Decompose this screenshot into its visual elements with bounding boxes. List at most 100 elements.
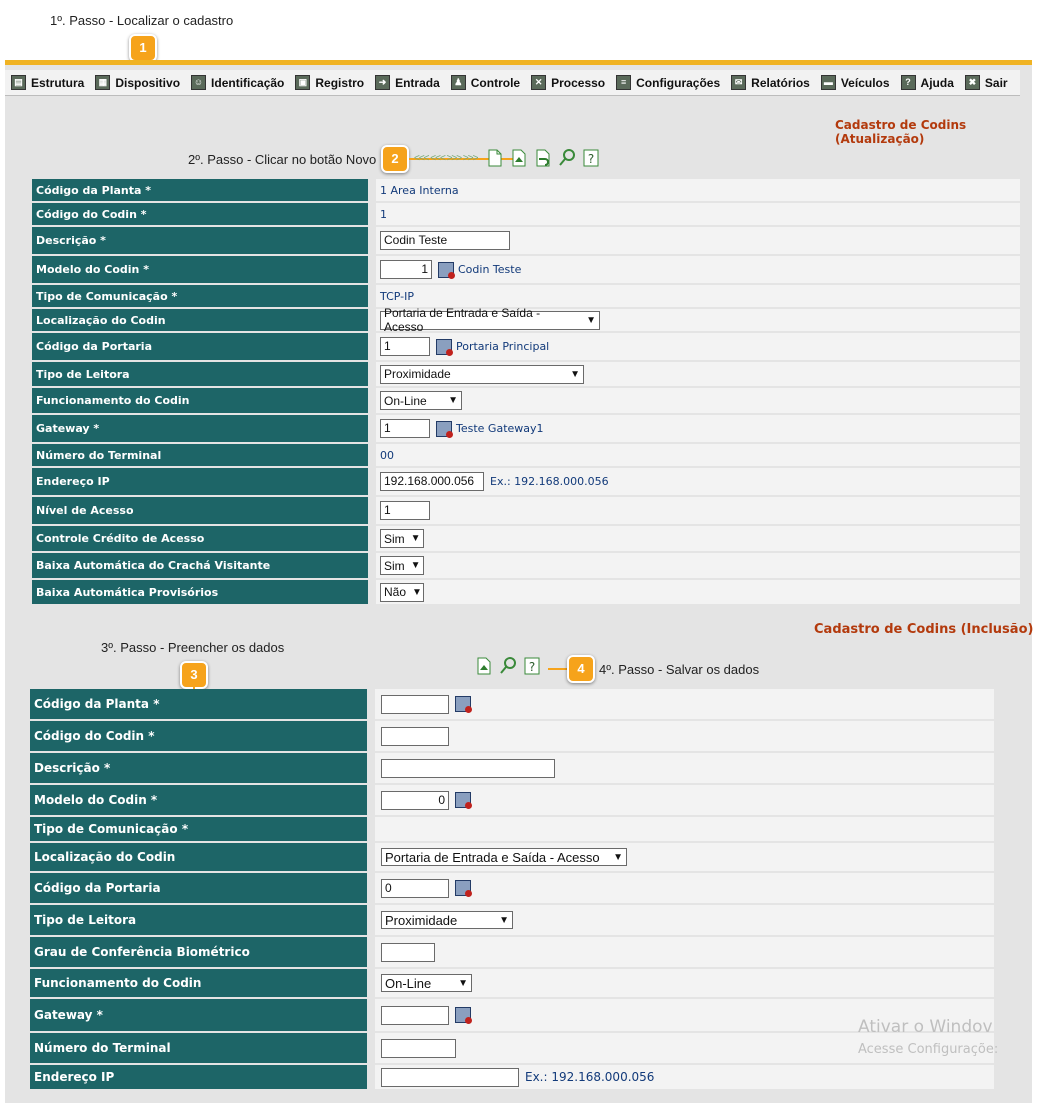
codigo-planta-lookup-icon[interactable] [455,696,472,713]
leitora-cell: Proximidade ▼ [376,362,1020,386]
grau-input[interactable] [381,942,435,962]
ip-input[interactable] [381,1067,519,1087]
ip-input[interactable]: 192.168.000.056 [380,472,484,491]
modelo-lookup-icon[interactable] [438,261,455,279]
menu-veiculos[interactable]: ▬ Veículos [820,75,890,90]
menu-dispositivo[interactable]: ▦ Dispositivo [95,75,180,90]
leitora-cell: Proximidade ▼ [375,905,994,935]
new-record-icon[interactable] [485,148,505,168]
field-label: Número do Terminal [30,1033,367,1063]
menu-controle[interactable]: ♟ Controle [450,75,520,90]
funcionamento-cell: On-Line ▼ [375,969,994,997]
registro-icon: ▣ [295,75,311,90]
field-label: Descrição * [32,227,368,254]
gateway-input[interactable] [381,1005,449,1025]
gateway-lookup-icon[interactable] [455,1007,472,1024]
insert-row-portaria: Código da Portaria 0 [30,873,994,903]
undo-icon[interactable] [533,148,553,168]
menu-label: Dispositivo [115,75,181,90]
gateway-lookup-icon[interactable] [436,420,453,438]
codigo-codin-input[interactable] [381,726,449,746]
menu-entrada[interactable]: ➜ Entrada [375,75,440,90]
select-value: On-Line [384,393,427,408]
update-row-localizacao: Localização do Codin Portaria de Entrada… [32,306,1020,334]
field-label: Código do Codin * [32,203,368,225]
select-value: Sim [384,558,405,573]
step2-bubble: 2 [381,145,409,173]
insert-row-localizacao: Localização do Codin Portaria de Entrada… [30,843,994,871]
credito-cell: Sim ▼ [376,526,1020,551]
menu-relatorios[interactable]: ✉ Relatórios [731,75,810,90]
save-record-icon[interactable] [474,656,494,676]
insert-row-gateway: Gateway * [30,999,994,1031]
portaria-lookup-icon[interactable] [455,880,472,897]
modelo-link[interactable]: Codin Teste [458,263,521,276]
baixa-prov-cell: Não ▼ [376,580,1020,604]
leitora-select[interactable]: Proximidade ▼ [381,911,513,929]
menu-processo[interactable]: ✕ Processo [531,75,605,90]
update-row-codigo-planta: Código da Planta * 1 Area Interna [32,179,1020,201]
record-nav-arrows-icon[interactable]: <<< <<< >>> >>> [414,153,478,164]
menu-registro[interactable]: ▣ Registro [295,75,364,90]
codigo-planta-input[interactable] [381,694,449,714]
insert-section-title: Cadastro de Codins (Inclusão) [814,622,1034,637]
activation-watermark-subtitle: Acesse Configuraçõe: [858,1042,999,1057]
menu-sair[interactable]: ✖ Sair [964,75,1008,90]
credito-select[interactable]: Sim ▼ [380,529,424,548]
help-icon[interactable]: ? [581,148,601,168]
insert-row-leitora: Tipo de Leitora Proximidade ▼ [30,905,994,935]
menu-ajuda[interactable]: ? Ajuda [900,75,954,90]
gateway-input[interactable]: 1 [380,419,430,438]
ip-cell: Ex.: 192.168.000.056 [375,1065,994,1089]
select-value: Portaria de Entrada e Saída - Acesso [385,849,600,865]
baixa-prov-select[interactable]: Não ▼ [380,582,424,602]
field-label: Código da Portaria [32,333,368,360]
help-icon[interactable]: ? [522,656,542,676]
funcionamento-select[interactable]: On-Line ▼ [381,974,472,992]
save-record-icon[interactable] [509,148,529,168]
field-label: Gateway * [30,999,367,1031]
descricao-input[interactable]: Codin Teste [380,231,510,250]
chevron-down-icon: ▼ [570,368,580,380]
localizacao-cell: Portaria de Entrada e Saída - Acesso ▼ [376,306,1020,334]
menu-identificacao[interactable]: ☺ Identificação [191,75,284,90]
modelo-input[interactable]: 1 [380,260,432,279]
modelo-lookup-icon[interactable] [455,792,472,809]
portaria-input[interactable]: 1 [380,337,430,356]
baixa-cracha-select[interactable]: Sim ▼ [380,556,424,575]
chevron-down-icon: ▼ [586,314,596,326]
nivel-input[interactable]: 1 [380,501,430,520]
terminal-input[interactable] [381,1038,456,1058]
dispositivo-icon: ▦ [95,75,111,90]
modelo-cell: 1 Codin Teste [376,256,1020,283]
search-icon[interactable] [557,148,577,168]
descricao-input[interactable] [381,758,555,778]
step1-label: 1º. Passo - Localizar o cadastro [50,13,234,28]
update-row-credito: Controle Crédito de Acesso Sim ▼ [32,526,1020,551]
modelo-cell: 0 [375,785,994,815]
localizacao-select[interactable]: Portaria de Entrada e Saída - Acesso ▼ [380,306,600,334]
menu-label: Configurações [636,75,721,90]
modelo-input[interactable]: 0 [381,790,449,810]
portaria-input[interactable]: 0 [381,878,449,898]
update-row-gateway: Gateway * 1 Teste Gateway1 [32,415,1020,442]
field-label: Código da Portaria [30,873,367,903]
search-icon[interactable] [498,656,518,676]
menu-estrutura[interactable]: ▤ Estrutura [11,75,84,90]
update-row-nivel: Nível de Acesso 1 [32,497,1020,524]
field-label: Grau de Conferência Biométrico [30,937,367,967]
select-value: Sim [384,531,405,546]
localizacao-select[interactable]: Portaria de Entrada e Saída - Acesso ▼ [381,848,627,866]
menu-label: Registro [315,75,365,90]
field-label: Endereço IP [32,468,368,495]
field-label: Funcionamento do Codin [30,969,367,997]
codigo-codin-value: 1 [376,203,1020,225]
terminal-value: 00 [376,444,1020,466]
funcionamento-select[interactable]: On-Line ▼ [380,391,462,410]
leitora-select[interactable]: Proximidade ▼ [380,364,584,384]
menu-configuracoes[interactable]: ≡ Configurações [616,75,720,90]
portaria-link[interactable]: Portaria Principal [456,340,549,353]
field-label: Tipo de Comunicação * [32,285,368,307]
portaria-lookup-icon[interactable] [436,338,453,356]
gateway-link[interactable]: Teste Gateway1 [456,422,544,435]
